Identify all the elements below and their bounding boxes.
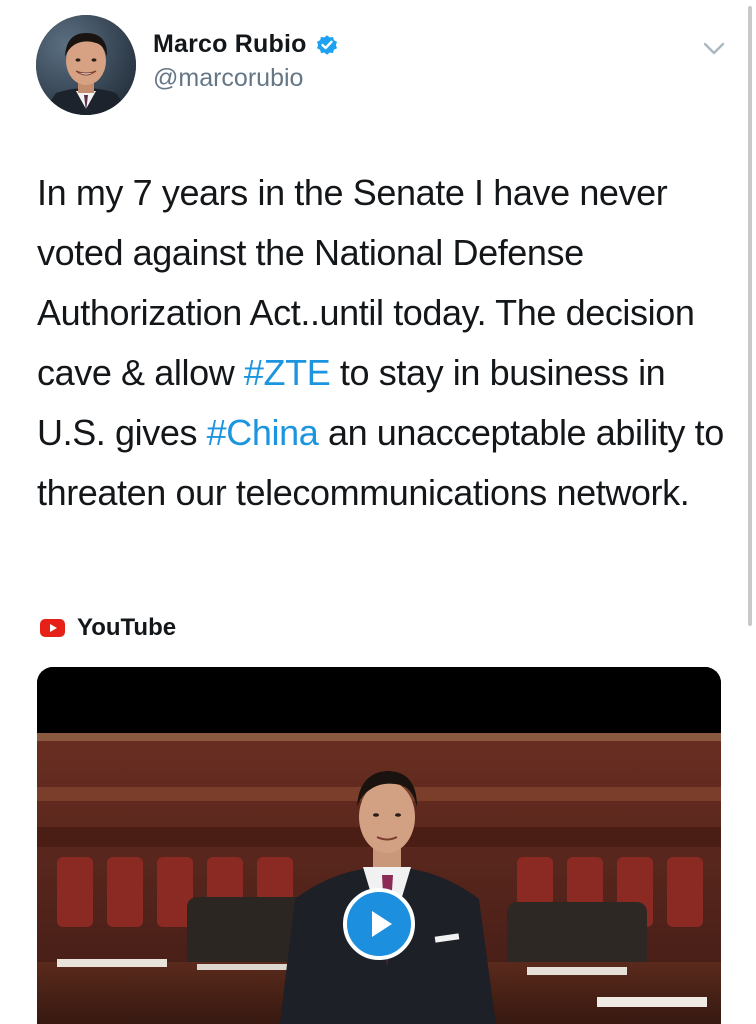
play-button[interactable]	[343, 888, 415, 960]
video-still-image	[37, 667, 721, 1024]
author-name-row[interactable]: Marco Rubio	[153, 30, 339, 59]
youtube-icon	[40, 619, 65, 637]
avatar[interactable]	[36, 15, 136, 115]
verified-badge-icon	[316, 34, 337, 55]
tweet-text: In my 7 years in the Senate I have never…	[37, 163, 737, 523]
play-icon	[372, 911, 392, 937]
card-source[interactable]: YouTube	[40, 614, 176, 642]
scrollbar[interactable]	[748, 6, 752, 626]
hashtag-link-china[interactable]: #China	[207, 412, 319, 453]
avatar-photo	[36, 15, 136, 115]
tweet-page: Marco Rubio @marcorubio In my 7 years in…	[0, 0, 756, 1024]
card-source-label: YouTube	[77, 614, 177, 641]
hashtag-link-zte[interactable]: #ZTE	[244, 352, 331, 393]
video-thumbnail[interactable]	[37, 667, 721, 1024]
user-handle[interactable]: @marcorubio	[153, 64, 303, 93]
chevron-down-icon[interactable]	[700, 36, 728, 60]
display-name[interactable]: Marco Rubio	[153, 30, 307, 59]
